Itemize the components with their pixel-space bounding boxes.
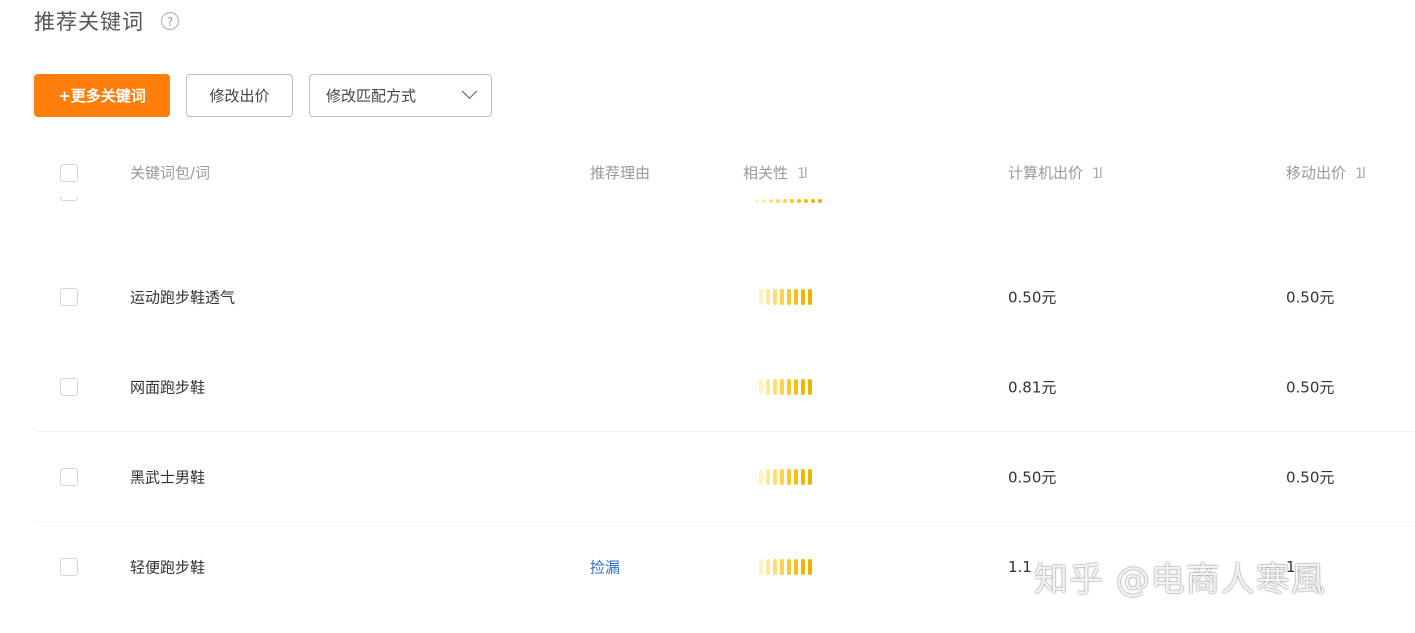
relevance-bar: [759, 469, 763, 485]
relevance-bar: [783, 199, 787, 203]
table-row-clipped: [0, 196, 1415, 220]
pc-bid-cell[interactable]: 0.81元: [1008, 377, 1056, 398]
help-icon[interactable]: ?: [161, 12, 179, 30]
relevance-bar: [808, 289, 812, 305]
relevance-bar: [766, 289, 770, 305]
relevance-bar: [801, 289, 805, 305]
relevance-bar: [780, 379, 784, 395]
relevance-bar: [759, 379, 763, 395]
relevance-bar: [790, 199, 794, 203]
relevance-bar: [811, 199, 815, 203]
relevance-bar: [773, 559, 777, 575]
sort-icon[interactable]: 1l: [1355, 166, 1366, 182]
sort-icon[interactable]: 1l: [1092, 166, 1103, 182]
relevance-bar: [787, 559, 791, 575]
column-header-keyword: 关键词包/词: [130, 164, 211, 182]
row-checkbox[interactable]: [60, 288, 78, 306]
relevance-bar: [773, 379, 777, 395]
relevance-bar: [801, 469, 805, 485]
more-keywords-button[interactable]: +更多关键词: [34, 74, 170, 117]
keyword-cell: 轻便跑步鞋: [130, 558, 206, 577]
row-checkbox[interactable]: [60, 558, 78, 576]
relevance-bar: [773, 469, 777, 485]
relevance-bar: [808, 469, 812, 485]
pc-bid-cell[interactable]: 0.50元: [1008, 467, 1056, 488]
select-all-checkbox[interactable]: [60, 164, 78, 182]
relevance-indicator: [759, 469, 812, 485]
relevance-indicator: [759, 559, 812, 575]
section-header: 推荐关键词 ?: [34, 6, 179, 36]
relevance-bar: [776, 199, 780, 203]
reason-cell[interactable]: 捡漏: [590, 557, 620, 578]
page-title: 推荐关键词: [34, 10, 144, 34]
relevance-bar: [794, 559, 798, 575]
relevance-bar: [762, 199, 766, 203]
relevance-bar: [794, 289, 798, 305]
keyword-cell: 网面跑步鞋: [130, 378, 206, 397]
relevance-bar: [818, 199, 822, 203]
keyword-cell: 黑武士男鞋: [130, 468, 206, 487]
mobile-bid-cell[interactable]: 0.50元: [1286, 287, 1334, 308]
row-checkbox[interactable]: [60, 196, 78, 201]
pc-bid-cell[interactable]: 1.1: [1008, 558, 1032, 576]
column-header-pc-bid[interactable]: 计算机出价 1l: [1008, 162, 1103, 183]
relevance-bar: [808, 379, 812, 395]
relevance-bar: [801, 559, 805, 575]
relevance-bar: [780, 289, 784, 305]
relevance-indicator: [759, 289, 812, 305]
mobile-bid-cell[interactable]: 0.50元: [1286, 467, 1334, 488]
relevance-bar: [759, 289, 763, 305]
column-header-reason: 推荐理由: [590, 164, 651, 182]
relevance-bar: [787, 289, 791, 305]
table-header: 关键词包/词 推荐理由 相关性 1l 计算机出价 1l 移动出价 1l: [0, 152, 1415, 194]
mobile-bid-cell[interactable]: 0.50元: [1286, 377, 1334, 398]
row-checkbox[interactable]: [60, 378, 78, 396]
relevance-bar: [773, 289, 777, 305]
relevance-bar: [759, 559, 763, 575]
relevance-bar: [787, 469, 791, 485]
chevron-down-icon: [461, 83, 478, 100]
relevance-bar: [797, 199, 801, 203]
relevance-bar: [769, 199, 773, 203]
relevance-indicator: [759, 379, 812, 395]
modify-bid-button[interactable]: 修改出价: [186, 74, 293, 117]
mobile-bid-header-label: 移动出价: [1286, 164, 1347, 182]
table-row[interactable]: 网面跑步鞋 0.81元 0.50元: [0, 342, 1415, 432]
relevance-bar: [766, 559, 770, 575]
relevance-bar: [766, 379, 770, 395]
relevance-bar: [801, 379, 805, 395]
modify-match-dropdown[interactable]: 修改匹配方式: [309, 74, 492, 117]
relevance-bar: [804, 199, 808, 203]
keyword-cell: 运动跑步鞋透气: [130, 288, 236, 307]
relevance-bar: [787, 379, 791, 395]
relevance-bar: [766, 469, 770, 485]
relevance-bar: [794, 379, 798, 395]
column-header-relevance[interactable]: 相关性 1l: [743, 162, 808, 183]
watermark: 知乎 @电商人寒風: [1034, 560, 1326, 600]
pc-bid-cell[interactable]: 0.50元: [1008, 287, 1056, 308]
pc-bid-header-label: 计算机出价: [1008, 164, 1084, 182]
sort-icon[interactable]: 1l: [797, 166, 808, 182]
toolbar: +更多关键词 修改出价 修改匹配方式: [34, 74, 492, 117]
row-checkbox[interactable]: [60, 468, 78, 486]
relevance-header-label: 相关性: [743, 164, 789, 182]
modify-match-label: 修改匹配方式: [326, 87, 417, 105]
relevance-bar: [780, 559, 784, 575]
table-row[interactable]: 黑武士男鞋 0.50元 0.50元: [0, 432, 1415, 522]
relevance-indicator: [755, 199, 822, 203]
column-header-mobile-bid[interactable]: 移动出价 1l: [1286, 162, 1366, 183]
relevance-bar: [808, 559, 812, 575]
relevance-bar: [794, 469, 798, 485]
relevance-bar: [780, 469, 784, 485]
relevance-bar: [755, 199, 759, 203]
table-row[interactable]: 运动跑步鞋透气 0.50元 0.50元: [0, 252, 1415, 342]
